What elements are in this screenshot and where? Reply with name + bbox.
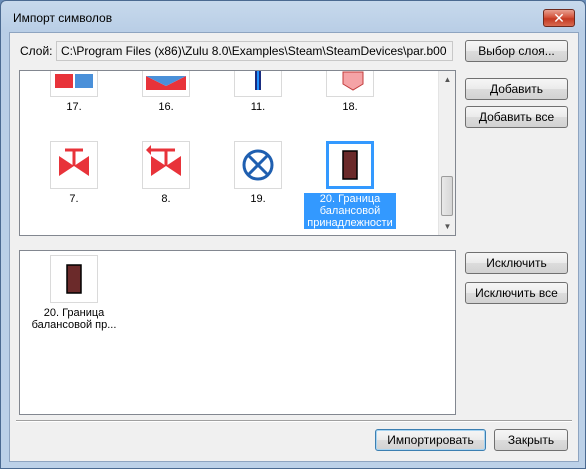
symbol-caption: 16. <box>158 101 174 113</box>
layer-label: Слой: <box>20 44 53 58</box>
symbol-thumbnail <box>326 71 374 97</box>
symbol-thumbnail <box>142 71 190 97</box>
imported-symbols-list[interactable]: 20. Граница балансовой пр... <box>19 250 456 415</box>
symbol-caption: 18. <box>342 101 358 113</box>
close-button[interactable]: Закрыть <box>494 429 568 451</box>
layer-path-field: C:\Program Files (x86)\Zulu 8.0\Examples… <box>56 41 453 61</box>
scroll-up-icon[interactable]: ▲ <box>439 71 455 88</box>
symbol-thumbnail <box>234 141 282 189</box>
exclude-button[interactable]: Исключить <box>465 252 568 274</box>
symbol-caption: 17. <box>66 101 82 113</box>
source-list-scrollbar[interactable]: ▲ ▼ <box>438 71 455 235</box>
symbol-caption: 20. Граница балансовой пр... <box>31 307 117 331</box>
close-window-button[interactable]: ✕ <box>543 9 575 27</box>
symbol-caption: 11. <box>250 101 266 113</box>
choose-layer-button[interactable]: Выбор слоя... <box>465 40 568 62</box>
gate-valve-icon <box>59 148 89 176</box>
exclude-all-button[interactable]: Исключить все <box>465 282 568 304</box>
window-title: Импорт символов <box>13 11 113 25</box>
flag-symbol-icon <box>342 71 364 91</box>
symbol-caption: 7. <box>69 193 79 205</box>
add-all-button[interactable]: Добавить все <box>465 106 568 128</box>
import-button[interactable]: Импортировать <box>375 429 486 451</box>
source-symbols-list[interactable]: 17. 16. 11. 18. 7. 8. 19. 20. Граница ба… <box>19 70 456 236</box>
import-symbols-window: Импорт символов ✕ Слой: C:\Program Files… <box>0 0 586 469</box>
add-button[interactable]: Добавить <box>465 78 568 100</box>
symbol-thumbnail <box>50 71 98 97</box>
symbol-caption: 20. Граница балансовой принадлежности <box>304 193 396 229</box>
pump-symbol-icon <box>146 76 186 90</box>
symbol-thumbnail <box>326 141 374 189</box>
symbol-thumbnail <box>142 141 190 189</box>
boundary-rectangle-icon <box>66 264 82 294</box>
scroll-down-icon[interactable]: ▼ <box>439 218 455 235</box>
symbol-thumbnail <box>50 255 98 303</box>
titlebar[interactable]: Импорт символов ✕ <box>1 1 585 33</box>
symbol-thumbnail <box>234 71 282 97</box>
symbol-caption: 19. <box>250 193 266 205</box>
footer-separator <box>16 420 572 422</box>
valve-symbol-icon <box>55 74 93 88</box>
lamp-cross-circle-icon <box>242 149 274 181</box>
scroll-thumb[interactable] <box>441 176 453 216</box>
symbol-caption: 8. <box>161 193 171 205</box>
boundary-rectangle-icon <box>342 150 358 180</box>
sensor-symbol-icon <box>255 71 261 90</box>
symbol-thumbnail <box>50 141 98 189</box>
dialog-client-area: Слой: C:\Program Files (x86)\Zulu 8.0\Ex… <box>9 32 579 462</box>
check-valve-icon <box>146 145 181 176</box>
